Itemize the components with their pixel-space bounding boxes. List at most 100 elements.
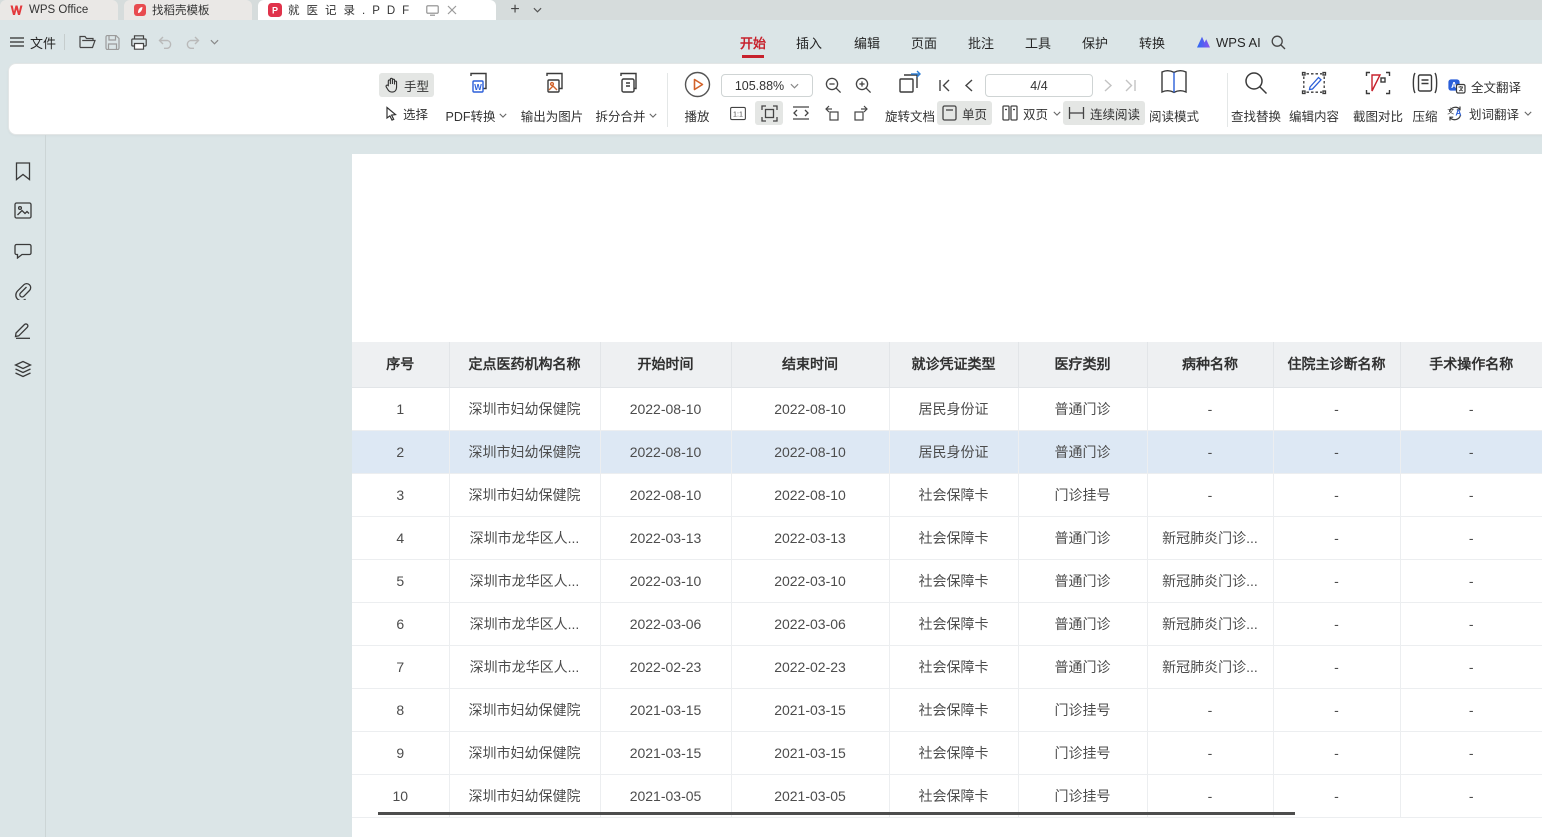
open-file-icon[interactable] bbox=[79, 30, 96, 54]
zoom-in-button[interactable] bbox=[851, 75, 875, 95]
menu-item-label: 转换 bbox=[1139, 33, 1165, 52]
table-row[interactable]: 9深圳市妇幼保健院2021-03-152021-03-15社会保障卡门诊挂号--… bbox=[352, 731, 1542, 774]
export-image-button[interactable]: 输出为图片 bbox=[514, 71, 590, 125]
column-header: 定点医药机构名称 bbox=[449, 342, 600, 387]
table-cell: - bbox=[1273, 473, 1400, 516]
rotate-document-button[interactable]: 旋转文档 bbox=[877, 69, 943, 125]
table-row[interactable]: 10深圳市妇幼保健院2021-03-052021-03-05社会保障卡门诊挂号-… bbox=[352, 774, 1542, 817]
horizontal-scrollbar[interactable] bbox=[378, 812, 1295, 815]
menu-item-convert[interactable]: 转换 bbox=[1139, 30, 1165, 54]
compress-label: 压缩 bbox=[1412, 106, 1437, 125]
table-cell: - bbox=[1147, 688, 1273, 731]
rotate-right-button[interactable] bbox=[847, 101, 875, 125]
table-cell: 门诊挂号 bbox=[1018, 774, 1147, 817]
continuous-reading-button[interactable]: 连续阅读 bbox=[1063, 101, 1145, 125]
fit-width-button[interactable] bbox=[787, 101, 815, 125]
last-page-button[interactable] bbox=[1121, 75, 1139, 95]
find-replace-button[interactable]: 查找替换 bbox=[1225, 71, 1287, 125]
edit-content-button[interactable]: 编辑内容 bbox=[1283, 71, 1345, 125]
pdf-convert-button[interactable]: W PDF转换 bbox=[442, 71, 510, 125]
menu-item-home[interactable]: 开始 bbox=[740, 30, 766, 54]
rotate-left-button[interactable] bbox=[817, 101, 845, 125]
table-row[interactable]: 2深圳市妇幼保健院2022-08-102022-08-10居民身份证普通门诊--… bbox=[352, 430, 1542, 473]
prev-page-button[interactable] bbox=[959, 75, 977, 95]
comments-icon[interactable] bbox=[12, 240, 34, 262]
zoom-level-select[interactable]: 105.88% bbox=[721, 74, 813, 97]
fit-page-button[interactable] bbox=[755, 101, 783, 125]
undo-icon[interactable] bbox=[158, 30, 173, 54]
menu-item-protect[interactable]: 保护 bbox=[1082, 30, 1108, 54]
next-page-button[interactable] bbox=[1099, 75, 1117, 95]
full-translate-label: 全文翻译 bbox=[1471, 77, 1521, 96]
table-cell: - bbox=[1400, 731, 1542, 774]
split-merge-button[interactable]: 拆分合并 bbox=[593, 71, 659, 125]
chevron-down-icon bbox=[649, 113, 657, 118]
table-cell: 7 bbox=[352, 645, 449, 688]
table-row[interactable]: 5深圳市龙华区人...2022-03-102022-03-10社会保障卡普通门诊… bbox=[352, 559, 1542, 602]
read-mode-button[interactable]: 阅读模式 bbox=[1143, 69, 1205, 125]
menu-search-icon[interactable] bbox=[1271, 30, 1286, 54]
pdf-page[interactable]: 序号定点医药机构名称开始时间结束时间就诊凭证类型医疗类别病种名称住院主诊断名称手… bbox=[352, 154, 1542, 837]
screenshot-compare-icon bbox=[1365, 71, 1391, 95]
svg-text:文: 文 bbox=[1447, 106, 1454, 115]
table-cell: - bbox=[1147, 387, 1273, 430]
table-cell: - bbox=[1400, 430, 1542, 473]
menu-item-insert[interactable]: 插入 bbox=[796, 30, 822, 54]
thumbnails-icon[interactable] bbox=[12, 199, 34, 221]
table-cell: 2022-08-10 bbox=[600, 387, 731, 430]
bookmarks-icon[interactable] bbox=[12, 160, 34, 182]
table-row[interactable]: 8深圳市妇幼保健院2021-03-152021-03-15社会保障卡门诊挂号--… bbox=[352, 688, 1542, 731]
column-header: 开始时间 bbox=[600, 342, 731, 387]
compress-icon bbox=[1411, 71, 1439, 95]
menu-item-comment[interactable]: 批注 bbox=[968, 30, 994, 54]
word-translate-button[interactable]: A文 划词翻译 bbox=[1441, 101, 1537, 125]
continuous-reading-label: 连续阅读 bbox=[1090, 104, 1140, 123]
wps-ai-button[interactable]: WPS AI bbox=[1196, 30, 1261, 54]
actual-size-button[interactable]: 1:1 bbox=[725, 101, 751, 125]
double-page-button[interactable]: 双页 bbox=[997, 101, 1066, 125]
table-cell: - bbox=[1273, 430, 1400, 473]
file-menu-button[interactable]: 文件 bbox=[10, 30, 56, 54]
menu-item-edit[interactable]: 编辑 bbox=[854, 30, 880, 54]
chevron-down-icon bbox=[790, 83, 799, 89]
save-icon[interactable] bbox=[105, 30, 120, 54]
table-row[interactable]: 6深圳市龙华区人...2022-03-062022-03-06社会保障卡普通门诊… bbox=[352, 602, 1542, 645]
table-row[interactable]: 4深圳市龙华区人...2022-03-132022-03-13社会保障卡普通门诊… bbox=[352, 516, 1542, 559]
single-page-button[interactable]: 单页 bbox=[937, 101, 992, 125]
table-cell: 2022-03-10 bbox=[731, 559, 889, 602]
wps-ai-label: WPS AI bbox=[1216, 35, 1261, 50]
signature-icon[interactable] bbox=[12, 319, 34, 341]
tab-document[interactable]: P 就医记录.PDF bbox=[258, 0, 496, 20]
tab-docer-templates[interactable]: 找稻壳模板 bbox=[124, 0, 252, 20]
close-tab-icon[interactable] bbox=[447, 5, 457, 15]
table-cell: - bbox=[1147, 473, 1273, 516]
cast-screen-icon[interactable] bbox=[426, 5, 439, 16]
full-translate-button[interactable]: A 全文翻译 bbox=[1443, 74, 1526, 98]
first-page-button[interactable] bbox=[935, 75, 953, 95]
attachments-icon[interactable] bbox=[12, 280, 34, 302]
menu-item-tools[interactable]: 工具 bbox=[1025, 30, 1051, 54]
select-tool-button[interactable]: 选择 bbox=[379, 101, 433, 125]
layers-icon[interactable] bbox=[12, 358, 34, 380]
table-row[interactable]: 1深圳市妇幼保健院2022-08-102022-08-10居民身份证普通门诊--… bbox=[352, 387, 1542, 430]
table-cell: - bbox=[1400, 387, 1542, 430]
column-header: 病种名称 bbox=[1147, 342, 1273, 387]
zoom-out-button[interactable] bbox=[821, 75, 845, 95]
play-button[interactable]: 播放 bbox=[675, 71, 719, 125]
table-row[interactable]: 7深圳市龙华区人...2022-02-232022-02-23社会保障卡普通门诊… bbox=[352, 645, 1542, 688]
redo-icon[interactable] bbox=[185, 30, 200, 54]
table-cell: 门诊挂号 bbox=[1018, 731, 1147, 774]
page-number-input[interactable]: 4/4 bbox=[985, 74, 1093, 97]
screenshot-compare-button[interactable]: 截图对比 bbox=[1347, 71, 1409, 125]
table-body: 1深圳市妇幼保健院2022-08-102022-08-10居民身份证普通门诊--… bbox=[352, 387, 1542, 817]
table-row[interactable]: 3深圳市妇幼保健院2022-08-102022-08-10社会保障卡门诊挂号--… bbox=[352, 473, 1542, 516]
new-tab-button[interactable]: + bbox=[504, 0, 526, 20]
table-cell: 2022-03-06 bbox=[731, 602, 889, 645]
undo-redo-chevron-icon[interactable] bbox=[210, 30, 219, 54]
tab-list-chevron-icon[interactable] bbox=[528, 0, 546, 20]
hand-tool-button[interactable]: 手型 bbox=[379, 73, 434, 97]
print-icon[interactable] bbox=[131, 30, 147, 54]
tab-wps-home[interactable]: WPS Office bbox=[0, 0, 118, 20]
fit-page-icon bbox=[761, 105, 778, 122]
menu-item-page[interactable]: 页面 bbox=[911, 30, 937, 54]
